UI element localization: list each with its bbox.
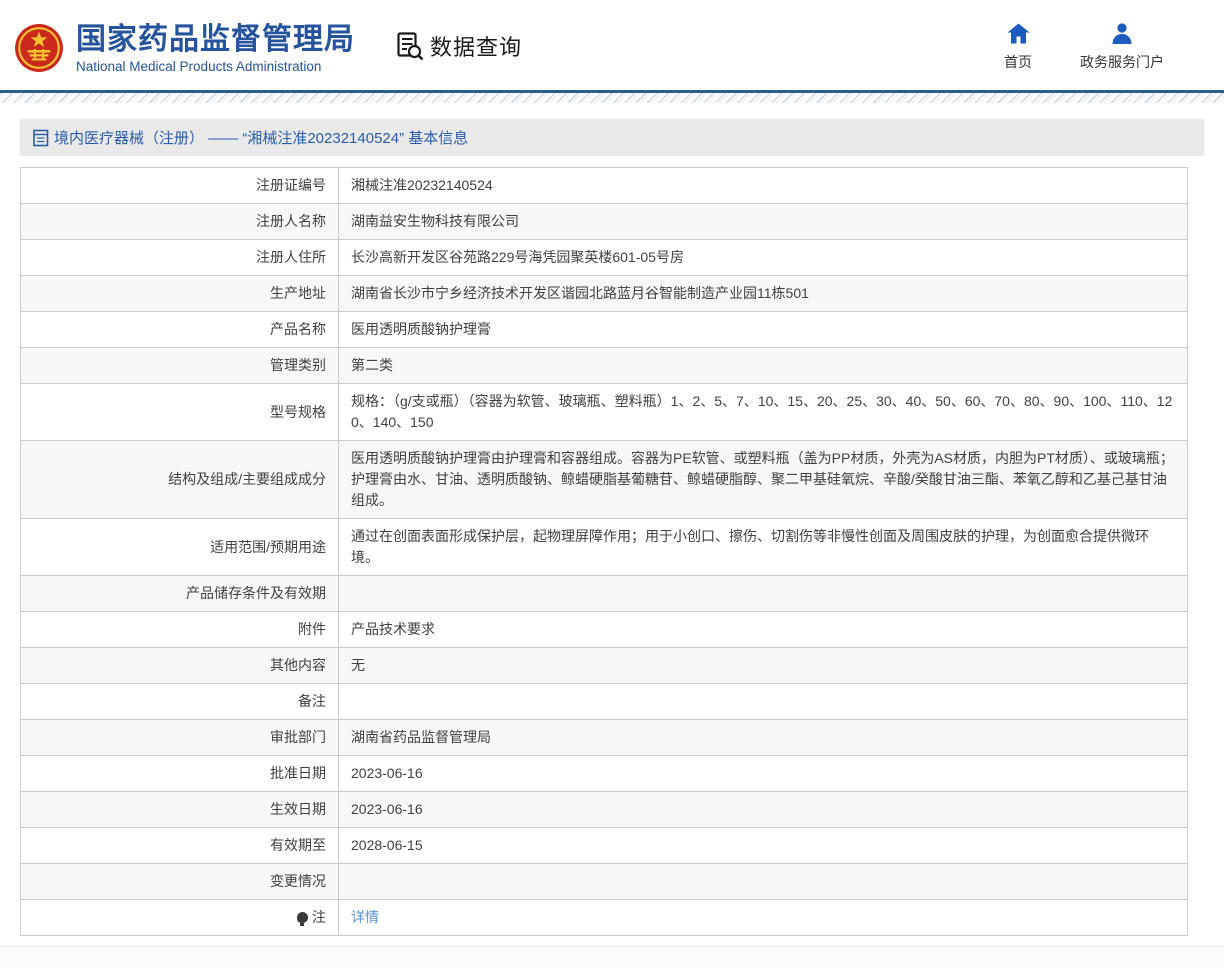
breadcrumb: 境内医疗器械（注册） —— “湘械注准20232140524” 基本信息 bbox=[20, 119, 1204, 156]
row-value: 规格：（g/支或瓶）（容器为软管、玻璃瓶、塑料瓶）1、2、5、7、10、15、2… bbox=[338, 383, 1188, 441]
table-row: 注册人住所 长沙高新开发区谷苑路229号海凭园聚英楼601-05号房 bbox=[20, 239, 1188, 276]
row-value: 湖南益安生物科技有限公司 bbox=[338, 203, 1188, 240]
row-label: 注 bbox=[20, 899, 339, 936]
document-icon bbox=[33, 129, 49, 147]
row-value: 详情 bbox=[338, 899, 1188, 936]
row-value: 无 bbox=[338, 647, 1188, 684]
registration-info-table-wrap: 注册证编号 湘械注准20232140524 注册人名称 湖南益安生物科技有限公司 注册人… bbox=[20, 167, 1188, 936]
row-label: 备注 bbox=[20, 683, 339, 720]
hatch-pattern-strip bbox=[0, 93, 1224, 103]
site-title-cn: 国家药品监督管理局 bbox=[76, 22, 355, 56]
site-title-en: National Medical Products Administration bbox=[76, 58, 322, 74]
home-icon bbox=[1007, 22, 1030, 44]
row-value bbox=[338, 863, 1188, 900]
nav-portal-label: 政务服务门户 bbox=[1080, 54, 1164, 70]
table-row: 管理类别 第二类 bbox=[20, 347, 1188, 384]
row-value: 产品技术要求 bbox=[338, 611, 1188, 648]
nmpa-emblem-logo bbox=[14, 23, 64, 73]
table-row: 其他内容无 bbox=[20, 647, 1188, 684]
row-label: 其他内容 bbox=[20, 647, 339, 684]
row-value: 长沙高新开发区谷苑路229号海凭园聚英楼601-05号房 bbox=[338, 239, 1188, 276]
row-value: 湖南省药品监督管理局 bbox=[338, 719, 1188, 756]
row-label: 结构及组成/主要组成成分 bbox=[20, 440, 339, 519]
row-label: 管理类别 bbox=[20, 347, 339, 384]
table-row: 型号规格 规格：（g/支或瓶）（容器为软管、玻璃瓶、塑料瓶）1、2、5、7、10、… bbox=[20, 383, 1188, 441]
registration-info-table: 注册证编号 湘械注准20232140524 注册人名称 湖南益安生物科技有限公司 注册人… bbox=[20, 167, 1188, 936]
detail-link[interactable]: 详情 bbox=[351, 909, 379, 925]
site-header: 国家药品监督管理局 National Medical Products Admi… bbox=[0, 0, 1224, 90]
row-label: 生效日期 bbox=[20, 791, 339, 828]
table-row: 生产地址 湖南省长沙市宁乡经济技术开发区谐园北路蓝月谷智能制造产业园11栋501 bbox=[20, 275, 1188, 312]
nav-home-label: 首页 bbox=[1004, 54, 1032, 70]
row-label: 注册人住所 bbox=[20, 239, 339, 276]
row-label: 有效期至 bbox=[20, 827, 339, 864]
row-value: 湘械注准20232140524 bbox=[338, 167, 1188, 204]
table-row: 适用范围/预期用途 通过在创面表面形成保护层，起物理屏障作用；用于小创口、擦伤、切… bbox=[20, 518, 1188, 576]
row-value: 2023-06-16 bbox=[338, 791, 1188, 828]
data-query-section: 数据查询 bbox=[397, 30, 522, 62]
nav-home[interactable]: 首页 bbox=[1004, 22, 1032, 72]
row-value: 2023-06-16 bbox=[338, 755, 1188, 792]
table-row: 注册人名称 湖南益安生物科技有限公司 bbox=[20, 203, 1188, 240]
document-search-icon bbox=[397, 31, 424, 61]
main-content: 境内医疗器械（注册） —— “湘械注准20232140524” 基本信息 注册证… bbox=[0, 119, 1224, 968]
data-query-label: 数据查询 bbox=[430, 35, 523, 60]
user-icon bbox=[1111, 22, 1133, 44]
breadcrumb-text: 境内医疗器械（注册） —— “湘械注准20232140524” 基本信息 bbox=[54, 130, 469, 147]
info-table-body: 注册证编号 湘械注准20232140524 注册人名称 湖南益安生物科技有限公司 注册人… bbox=[20, 167, 1188, 936]
row-value bbox=[338, 575, 1188, 612]
site-title-block: 国家药品监督管理局 National Medical Products Admi… bbox=[76, 23, 355, 74]
row-label: 生产地址 bbox=[20, 275, 339, 312]
table-row: 生效日期 2023-06-16 bbox=[20, 791, 1188, 828]
row-label: 注册证编号 bbox=[20, 167, 339, 204]
row-label: 产品储存条件及有效期 bbox=[20, 575, 339, 612]
header-nav: 首页 政务服务门户 bbox=[1004, 22, 1164, 72]
row-label: 批准日期 bbox=[20, 755, 339, 792]
row-label: 变更情况 bbox=[20, 863, 339, 900]
table-row: 注详情 bbox=[20, 899, 1188, 936]
row-label: 型号规格 bbox=[20, 383, 339, 441]
row-value: 2028-06-15 bbox=[338, 827, 1188, 864]
row-value: 医用透明质酸钠护理膏由护理膏和容器组成。容器为PE软管、或塑料瓶（盖为PP材质，… bbox=[338, 440, 1188, 519]
row-value bbox=[338, 683, 1188, 720]
nav-portal[interactable]: 政务服务门户 bbox=[1080, 22, 1164, 72]
table-row: 有效期至 2028-06-15 bbox=[20, 827, 1188, 864]
row-label: 产品名称 bbox=[20, 311, 339, 348]
table-row: 附件 产品技术要求 bbox=[20, 611, 1188, 648]
row-label: 附件 bbox=[20, 611, 339, 648]
row-label: 注册人名称 bbox=[20, 203, 339, 240]
table-row: 注册证编号 湘械注准20232140524 bbox=[20, 167, 1188, 204]
table-row: 产品储存条件及有效期 bbox=[20, 575, 1188, 612]
row-label: 适用范围/预期用途 bbox=[20, 518, 339, 576]
table-row: 产品名称 医用透明质酸钠护理膏 bbox=[20, 311, 1188, 348]
row-label: 审批部门 bbox=[20, 719, 339, 756]
table-row: 结构及组成/主要组成成分 医用透明质酸钠护理膏由护理膏和容器组成。容器为PE软管、… bbox=[20, 440, 1188, 519]
row-value: 湖南省长沙市宁乡经济技术开发区谐园北路蓝月谷智能制造产业园11栋501 bbox=[338, 275, 1188, 312]
row-value: 第二类 bbox=[338, 347, 1188, 384]
page-bottom-strip bbox=[0, 946, 1224, 968]
table-row: 批准日期 2023-06-16 bbox=[20, 755, 1188, 792]
table-row: 备注 bbox=[20, 683, 1188, 720]
row-value: 通过在创面表面形成保护层，起物理屏障作用；用于小创口、擦伤、切割伤等非慢性创面及… bbox=[338, 518, 1188, 576]
table-row: 变更情况 bbox=[20, 863, 1188, 900]
table-row: 审批部门 湖南省药品监督管理局 bbox=[20, 719, 1188, 756]
row-value: 医用透明质酸钠护理膏 bbox=[338, 311, 1188, 348]
